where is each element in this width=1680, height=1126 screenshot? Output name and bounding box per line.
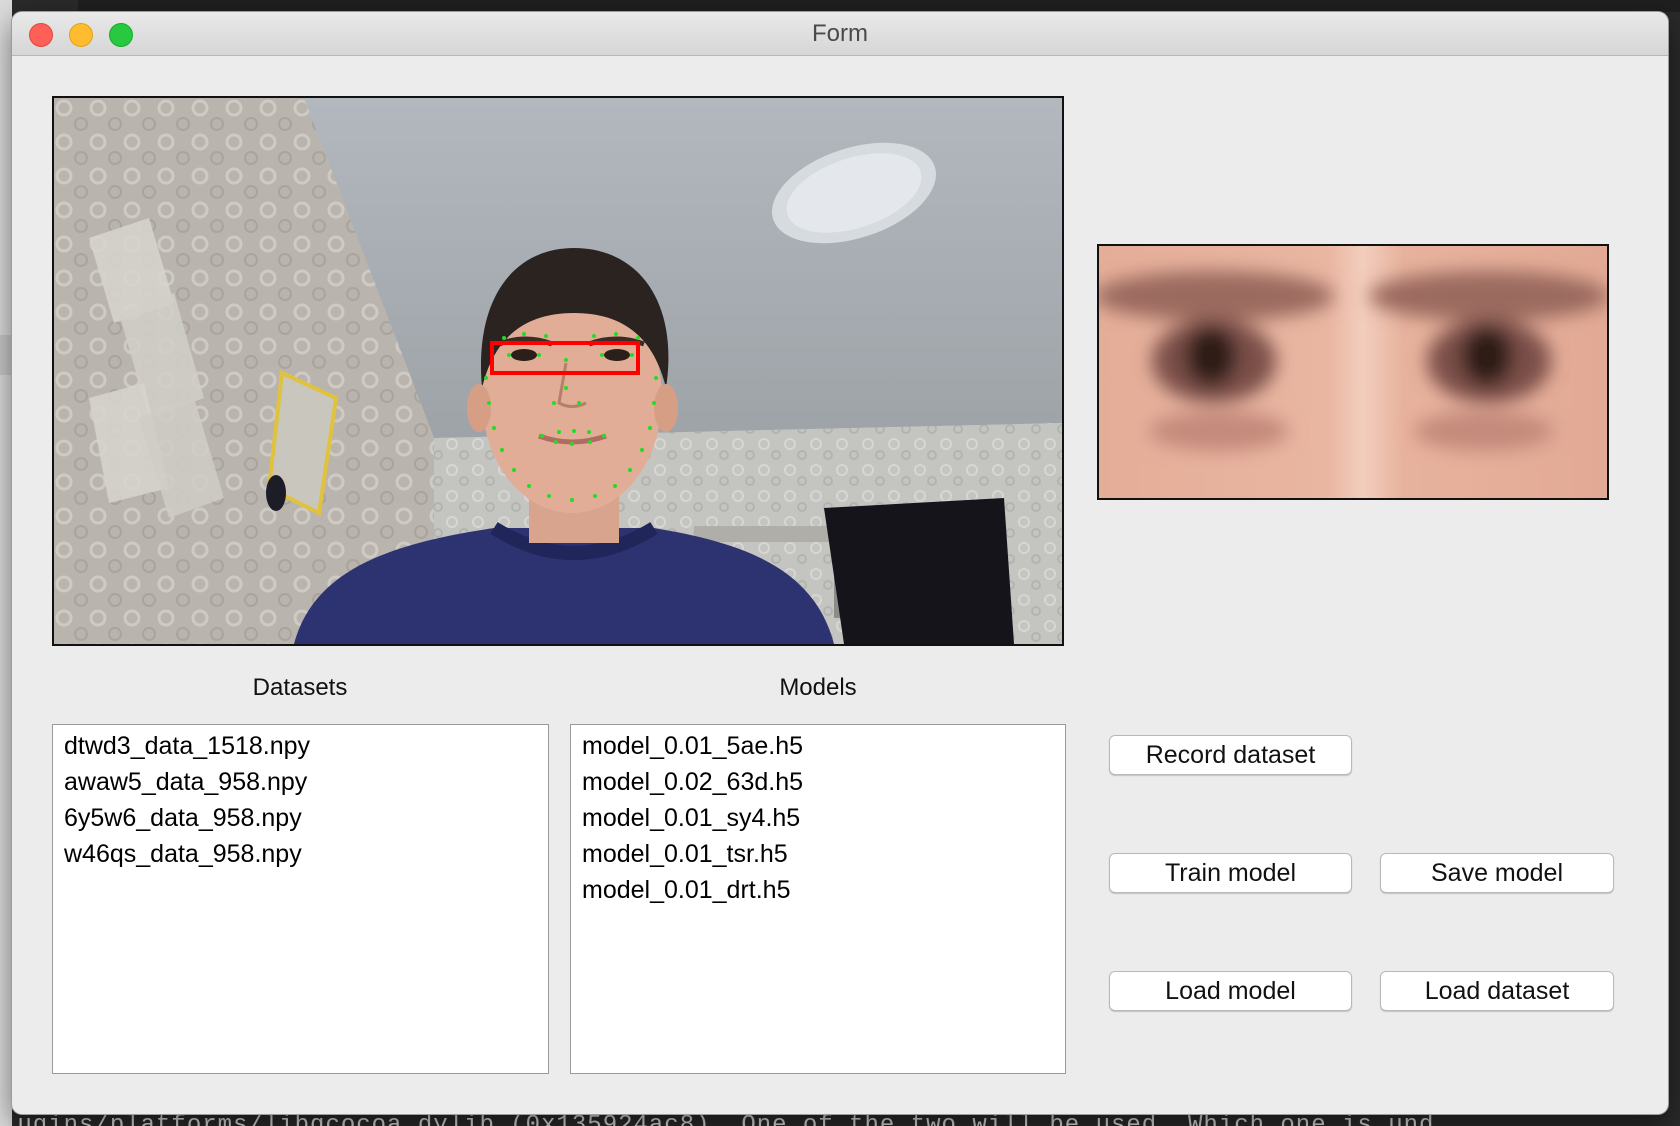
eyes-crop-image <box>1099 246 1607 498</box>
terminal-top-strip <box>78 0 1680 12</box>
list-item[interactable]: awaw5_data_958.npy <box>53 764 548 800</box>
webcam-frame-image <box>54 98 1062 644</box>
list-item[interactable]: w46qs_data_958.npy <box>53 836 548 872</box>
load-model-button[interactable]: Load model <box>1109 971 1352 1011</box>
datasets-list[interactable]: dtwd3_data_1518.npy awaw5_data_958.npy 6… <box>52 724 549 1074</box>
camera-view <box>52 96 1064 646</box>
list-item[interactable]: model_0.02_63d.h5 <box>571 764 1065 800</box>
eyes-preview <box>1097 244 1609 500</box>
record-dataset-button[interactable]: Record dataset <box>1109 735 1352 775</box>
models-list[interactable]: model_0.01_5ae.h5 model_0.02_63d.h5 mode… <box>570 724 1066 1074</box>
save-model-button[interactable]: Save model <box>1380 853 1614 893</box>
list-item[interactable]: model_0.01_5ae.h5 <box>571 728 1065 764</box>
train-model-button[interactable]: Train model <box>1109 853 1352 893</box>
terminal-side-tab <box>0 335 12 375</box>
form-window: Form Datasets Models dtwd3_data_1518.npy… <box>12 12 1668 1114</box>
list-item[interactable]: model_0.01_tsr.h5 <box>571 836 1065 872</box>
terminal-side-strip <box>0 0 12 1126</box>
models-heading: Models <box>779 674 857 701</box>
window-title: Form <box>812 20 868 47</box>
list-item[interactable]: model_0.01_drt.h5 <box>571 872 1065 908</box>
list-item[interactable]: 6y5w6_data_958.npy <box>53 800 548 836</box>
list-item[interactable]: dtwd3_data_1518.npy <box>53 728 548 764</box>
datasets-heading: Datasets <box>252 674 348 701</box>
list-item[interactable]: model_0.01_sy4.h5 <box>571 800 1065 836</box>
load-dataset-button[interactable]: Load dataset <box>1380 971 1614 1011</box>
terminal-output-line: lugins/platforms/libqcocoa.dylib (0x1359… <box>2 1112 1435 1126</box>
title-bar[interactable]: Form <box>12 12 1668 56</box>
